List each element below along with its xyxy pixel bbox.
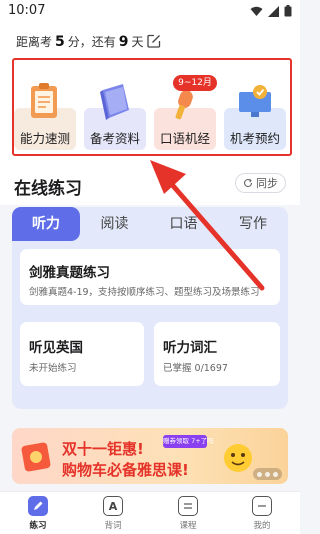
nav-practice[interactable]: 练习	[13, 496, 63, 531]
countdown-days: 9	[118, 34, 129, 50]
nav-profile[interactable]: 我的	[237, 496, 287, 531]
banner-headline: 双十一钜惠!	[62, 440, 144, 458]
tab-writing[interactable]: 写作	[218, 207, 288, 241]
nav-label: 我的	[253, 521, 271, 531]
battery-icon	[284, 5, 292, 17]
bottom-nav: 练习 A 背词 课程 我的	[0, 491, 300, 534]
sync-label: 同步	[256, 177, 278, 190]
pencil-icon	[28, 496, 48, 516]
online-practice-header: 在线练习 同步	[0, 160, 300, 205]
countdown-minutes: 5	[55, 34, 65, 50]
countdown-text: 距离考 5 分，还有 9 天	[16, 33, 144, 50]
promo-banner[interactable]: 双十一钜惠! 购物车必备雅思课! 赠券领取 7+了吗	[12, 428, 288, 484]
highlight-box	[12, 58, 292, 156]
nav-label: 练习	[29, 521, 47, 531]
cambridge-practice-card[interactable]: 剑雅真题练习 剑雅真题4-19，支持按顺序练习、题型练习及场景练习	[20, 249, 280, 305]
card-title: 剑雅真题练习	[29, 265, 110, 281]
banner-subline: 购物车必备雅思课!	[62, 461, 189, 479]
banner-pager	[253, 468, 282, 480]
practice-card: 听力 阅读 口语 写作 剑雅真题练习 剑雅真题4-19，支持按顺序练习、题型练习…	[12, 207, 288, 409]
practice-tabs: 听力 阅读 口语 写作	[12, 207, 288, 241]
course-icon	[178, 496, 198, 516]
sync-button[interactable]: 同步	[235, 173, 286, 193]
exam-countdown: 距离考 5 分，还有 9 天	[0, 22, 300, 60]
card-subtitle: 已掌握 0/1697	[163, 363, 228, 374]
tab-listening[interactable]: 听力	[12, 207, 80, 241]
letter-a-icon: A	[103, 496, 123, 516]
countdown-suffix: 天	[131, 35, 144, 49]
banner-tag: 赠券领取 7+了吗	[163, 435, 214, 448]
countdown-mid: 分，还有	[67, 35, 116, 49]
nav-label: 背词	[104, 521, 122, 531]
card-title: 听力词汇	[163, 340, 217, 356]
card-title: 听见英国	[29, 340, 83, 356]
signal-icon	[268, 5, 279, 17]
status-icons	[250, 5, 292, 17]
nav-label: 课程	[179, 521, 197, 531]
listen-uk-card[interactable]: 听见英国 未开始练习	[20, 322, 144, 386]
nav-courses[interactable]: 课程	[163, 496, 213, 531]
wifi-icon	[250, 6, 263, 16]
tab-reading[interactable]: 阅读	[80, 207, 149, 241]
card-subtitle: 未开始练习	[29, 363, 77, 374]
coupon-icon	[21, 442, 51, 472]
gift-icon	[224, 444, 252, 472]
section-title: 在线练习	[14, 179, 82, 199]
listening-vocab-card[interactable]: 听力词汇 已掌握 0/1697	[154, 322, 280, 386]
countdown-prefix: 距离考	[16, 35, 53, 49]
sync-icon	[244, 178, 253, 188]
status-bar: 10:07	[0, 0, 300, 22]
tab-speaking[interactable]: 口语	[149, 207, 218, 241]
nav-words[interactable]: A 背词	[88, 496, 138, 531]
profile-icon	[252, 496, 272, 516]
status-time: 10:07	[8, 3, 46, 18]
edit-icon[interactable]	[147, 34, 161, 48]
card-subtitle: 剑雅真题4-19，支持按顺序练习、题型练习及场景练习	[29, 287, 260, 298]
